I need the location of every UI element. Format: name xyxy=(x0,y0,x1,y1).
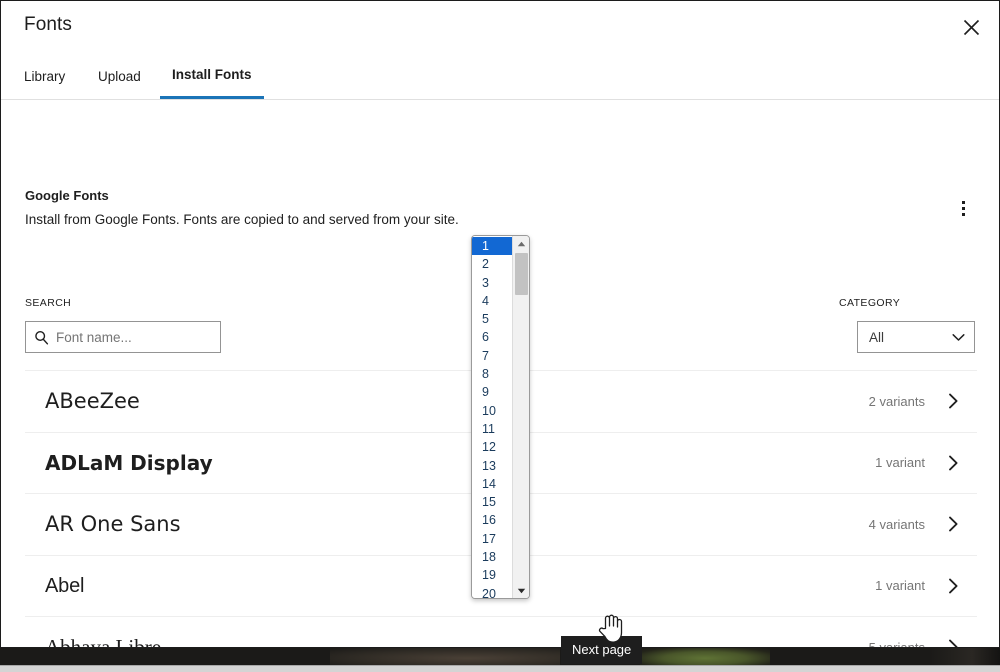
scroll-down-glyph xyxy=(517,588,526,593)
dropdown-option-list: 1 2 3 4 5 6 7 8 9 10 11 12 13 14 15 16 17 18 19 20 xyxy=(472,236,512,598)
background-page-strip xyxy=(0,648,1000,665)
chevron-right-icon[interactable] xyxy=(943,516,963,532)
font-row-meta: 1 variant xyxy=(875,578,963,594)
background-right-patch xyxy=(930,648,1000,665)
search-label: SEARCH xyxy=(25,297,72,309)
close-glyph xyxy=(963,19,979,35)
chevron-right-glyph xyxy=(948,639,958,647)
tab-upload[interactable]: Upload xyxy=(98,53,141,99)
google-fonts-description: Install from Google Fonts. Fonts are cop… xyxy=(25,212,459,227)
dropdown-option[interactable]: 19 xyxy=(472,566,512,584)
variant-count: 4 variants xyxy=(868,516,925,532)
search-icon xyxy=(26,330,56,345)
dropdown-option[interactable]: 1 xyxy=(472,237,512,256)
dropdown-option[interactable]: 17 xyxy=(472,530,512,548)
dropdown-option[interactable]: 20 xyxy=(472,585,512,598)
dropdown-option[interactable]: 4 xyxy=(472,292,512,310)
scroll-up-glyph xyxy=(517,241,526,246)
chevron-right-glyph xyxy=(948,516,958,532)
dropdown-option[interactable]: 5 xyxy=(472,310,512,328)
dropdown-option[interactable]: 6 xyxy=(472,328,512,346)
background-foliage-patch xyxy=(640,648,770,665)
variant-count: 2 variants xyxy=(868,393,925,409)
variant-count: 1 variant xyxy=(875,578,925,594)
dropdown-option[interactable]: 9 xyxy=(472,383,512,401)
variant-count: 1 variant xyxy=(875,455,925,471)
dropdown-option[interactable]: 11 xyxy=(472,420,512,438)
dropdown-option[interactable]: 18 xyxy=(472,548,512,566)
kebab-dot xyxy=(961,206,965,210)
modal-header: Fonts xyxy=(1,1,999,53)
tab-library-label: Library xyxy=(24,68,66,84)
dropdown-option[interactable]: 13 xyxy=(472,457,512,475)
font-row-meta: 5 variants xyxy=(868,639,963,648)
font-name: ADLaM Display xyxy=(45,450,213,475)
chevron-right-glyph xyxy=(948,455,958,471)
variant-count: 5 variants xyxy=(868,639,925,648)
browser-bottom-bar xyxy=(0,665,1000,672)
tab-library[interactable]: Library xyxy=(24,53,65,99)
dropdown-option[interactable]: 8 xyxy=(472,365,512,383)
font-name: ABeeZee xyxy=(45,388,140,413)
chevron-right-icon[interactable] xyxy=(943,578,963,594)
chevron-right-icon[interactable] xyxy=(943,455,963,471)
scroll-up-arrow-icon[interactable] xyxy=(513,236,529,251)
search-glyph xyxy=(34,330,48,344)
kebab-dot xyxy=(961,200,965,204)
dropdown-option[interactable]: 15 xyxy=(472,493,512,511)
tab-install-fonts-label: Install Fonts xyxy=(172,67,252,82)
font-row-meta: 4 variants xyxy=(869,516,963,532)
font-name: AR One Sans xyxy=(45,511,181,536)
font-row-meta: 1 variant xyxy=(875,455,963,471)
page-title: Fonts xyxy=(24,14,73,35)
chevron-right-glyph xyxy=(948,578,958,594)
search-field-wrapper[interactable] xyxy=(25,321,221,353)
dropdown-option[interactable]: 7 xyxy=(472,347,512,365)
font-row-meta: 2 variants xyxy=(869,393,963,409)
dropdown-option[interactable]: 2 xyxy=(472,255,512,273)
dropdown-option[interactable]: 3 xyxy=(472,274,512,292)
dropdown-option[interactable]: 10 xyxy=(472,402,512,420)
category-select[interactable]: All xyxy=(857,321,975,353)
scroll-down-arrow-icon[interactable] xyxy=(513,583,529,598)
tooltip: Next page xyxy=(561,636,643,664)
dropdown-option[interactable]: 12 xyxy=(472,438,512,456)
category-selected-value: All xyxy=(869,329,885,345)
tab-bar: Library Upload Install Fonts xyxy=(1,53,999,100)
font-name: Abel xyxy=(45,574,85,597)
category-label: CATEGORY xyxy=(839,297,901,309)
page-number-dropdown[interactable]: 1 2 3 4 5 6 7 8 9 10 11 12 13 14 15 16 17 18 19 20 xyxy=(471,235,530,599)
dropdown-scrollbar[interactable] xyxy=(512,236,529,598)
more-options-icon[interactable] xyxy=(947,192,979,224)
chevron-right-icon[interactable] xyxy=(943,639,963,647)
chevron-down-glyph xyxy=(952,333,965,341)
chevron-right-icon[interactable] xyxy=(943,393,963,409)
scrollbar-thumb[interactable] xyxy=(515,253,528,295)
chevron-down-icon xyxy=(952,330,965,345)
search-input[interactable] xyxy=(56,329,206,345)
background-image-patch xyxy=(330,648,560,665)
tab-upload-label: Upload xyxy=(98,68,141,84)
font-name: Abhaya Libre xyxy=(45,634,162,648)
dropdown-option[interactable]: 16 xyxy=(472,511,512,529)
chevron-right-glyph xyxy=(948,393,958,409)
dropdown-option[interactable]: 14 xyxy=(472,475,512,493)
kebab-dot xyxy=(961,212,965,216)
table-row[interactable]: Abhaya Libre 5 variants xyxy=(25,617,977,648)
google-fonts-heading: Google Fonts xyxy=(25,188,109,203)
tab-install-fonts[interactable]: Install Fonts xyxy=(160,53,264,99)
close-icon[interactable] xyxy=(951,7,991,47)
fonts-modal: Fonts Library Upload Install Fonts Googl… xyxy=(0,0,1000,648)
